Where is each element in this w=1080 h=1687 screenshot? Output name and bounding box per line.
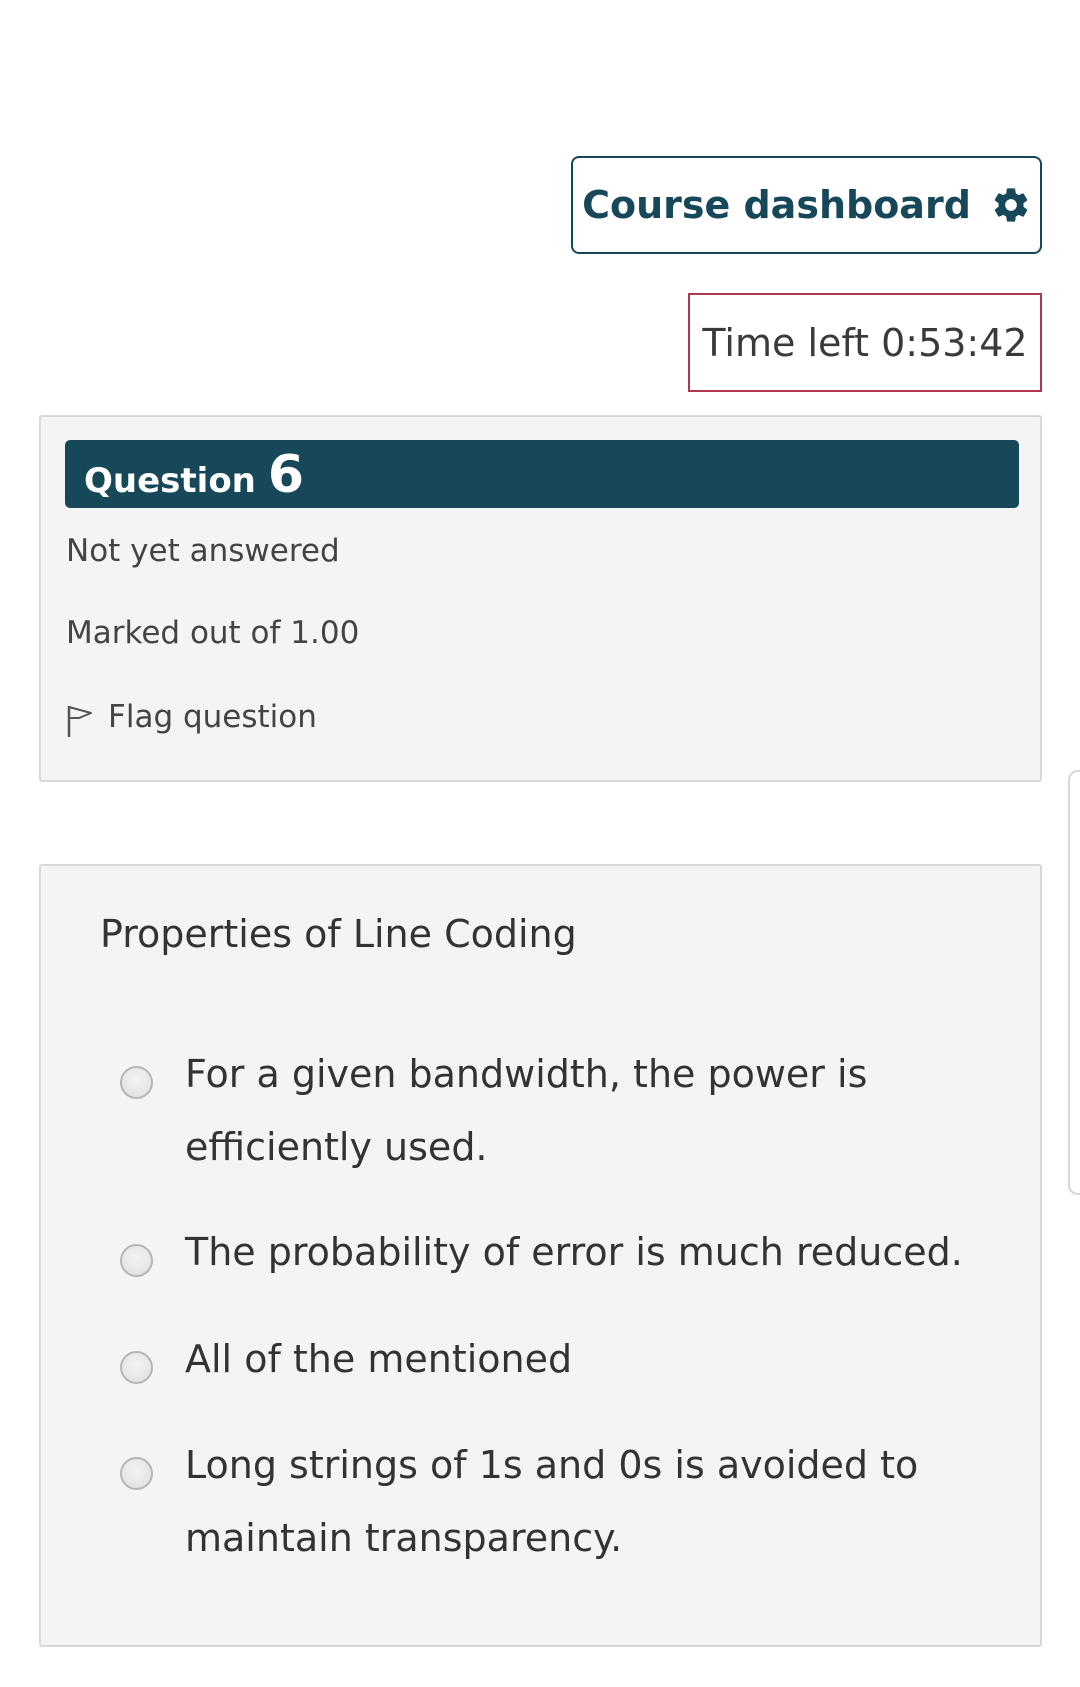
- answer-radio[interactable]: [120, 1457, 153, 1490]
- answer-option[interactable]: For a given bandwidth, the power is effi…: [120, 1052, 1000, 1184]
- question-number-header: Question 6: [65, 440, 1019, 508]
- answer-radio[interactable]: [120, 1244, 153, 1277]
- question-info-panel: Question 6 Not yet answered Marked out o…: [39, 415, 1042, 782]
- answer-option-label: The probability of error is much reduced…: [185, 1230, 963, 1274]
- quiz-page: Course dashboard Time left 0:53:42 Quest…: [0, 0, 1080, 1687]
- question-text: Properties of Line Coding: [100, 912, 577, 956]
- course-dashboard-button[interactable]: Course dashboard: [571, 156, 1042, 254]
- flag-question-link[interactable]: Flag question: [66, 696, 317, 738]
- time-left-timer: Time left 0:53:42: [688, 293, 1042, 392]
- answer-option[interactable]: The probability of error is much reduced…: [120, 1230, 1000, 1289]
- gear-icon: [991, 185, 1031, 225]
- answer-option-label: For a given bandwidth, the power is effi…: [185, 1052, 868, 1169]
- answer-option[interactable]: Long strings of 1s and 0s is avoided to …: [120, 1443, 1000, 1575]
- drawer-edge: [1068, 770, 1080, 1195]
- flag-icon: [67, 706, 92, 737]
- answer-option-label: Long strings of 1s and 0s is avoided to …: [185, 1443, 919, 1560]
- flag-question-label: Flag question: [108, 699, 317, 735]
- answer-status: Not yet answered: [66, 533, 340, 569]
- timer-text: Time left 0:53:42: [702, 320, 1028, 365]
- marks-info: Marked out of 1.00: [66, 615, 360, 651]
- course-dashboard-label: Course dashboard: [582, 183, 971, 227]
- answer-radio[interactable]: [120, 1066, 153, 1099]
- answer-option[interactable]: All of the mentioned: [120, 1337, 1000, 1396]
- answer-option-label: All of the mentioned: [185, 1337, 573, 1381]
- question-number: 6: [267, 445, 305, 505]
- question-content-panel: Properties of Line Coding For a given ba…: [39, 864, 1042, 1647]
- answer-radio[interactable]: [120, 1351, 153, 1384]
- question-label: Question: [84, 461, 256, 501]
